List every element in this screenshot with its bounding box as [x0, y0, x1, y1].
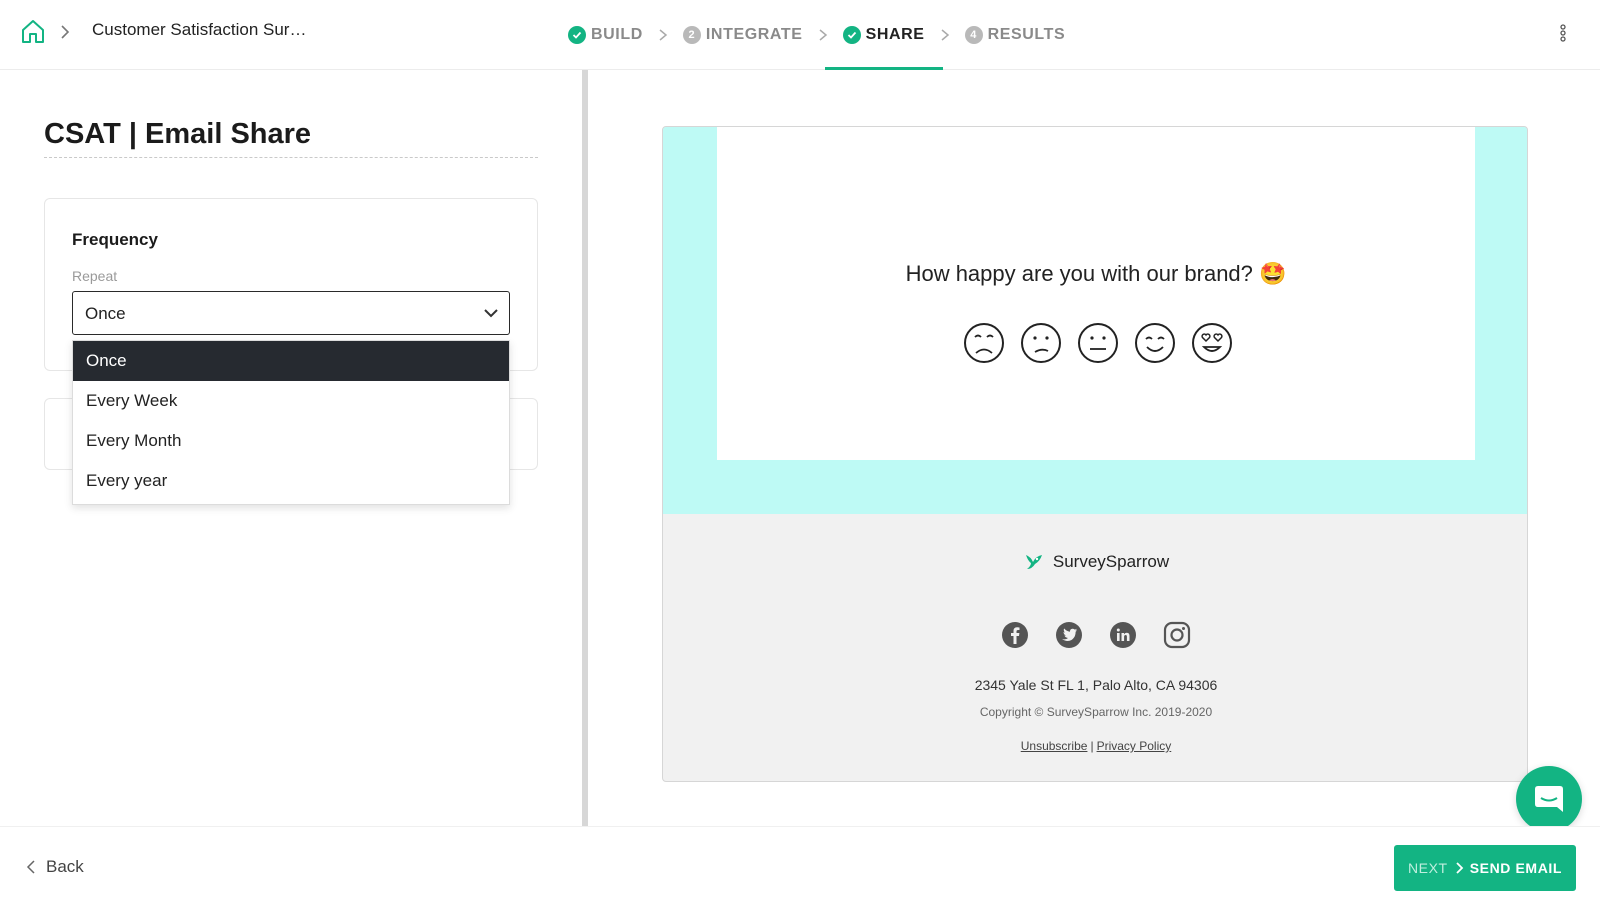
neutral-face-icon[interactable] [1077, 322, 1119, 364]
check-circle-icon [842, 26, 861, 44]
social-links [663, 621, 1527, 649]
repeat-select[interactable]: Once [72, 291, 510, 335]
unsubscribe-link[interactable]: Unsubscribe [1021, 739, 1088, 753]
step-integrate[interactable]: 2 INTEGRATE [682, 0, 803, 70]
step-number-badge: 2 [682, 26, 701, 44]
next-prefix: NEXT [1407, 860, 1448, 876]
footer-bar: Back NEXT SEND EMAIL [0, 826, 1600, 905]
sparrow-logo-icon [1025, 555, 1042, 569]
email-preview: How happy are you with our brand? 🤩 Surv… [662, 126, 1528, 782]
happy-face-icon[interactable] [1134, 322, 1176, 364]
instagram-icon[interactable] [1163, 621, 1191, 649]
brand-logo: SurveySparrow [663, 551, 1527, 573]
footer-links: Unsubscribe | Privacy Policy [663, 739, 1527, 753]
option-every-week[interactable]: Every Week [73, 381, 509, 421]
twitter-icon[interactable] [1055, 621, 1083, 649]
brand-name: SurveySparrow [1052, 552, 1170, 571]
facebook-icon[interactable] [1001, 621, 1029, 649]
chevron-right-icon [58, 20, 72, 44]
chevron-right-icon [1456, 862, 1463, 874]
step-label: INTEGRATE [705, 26, 803, 43]
chevron-left-icon [26, 860, 35, 874]
top-bar: Customer Satisfaction Sur… BUILD 2 INTEG… [0, 0, 1600, 70]
chevron-right-icon [939, 28, 951, 42]
step-label: BUILD [591, 26, 643, 43]
email-question-card: How happy are you with our brand? 🤩 [717, 127, 1475, 460]
love-face-icon[interactable] [1191, 322, 1233, 364]
step-share[interactable]: SHARE [824, 0, 943, 70]
step-navigation: BUILD 2 INTEGRATE SHARE 4 RESULTS [568, 0, 1065, 70]
step-label: RESULTS [987, 26, 1066, 43]
option-every-month[interactable]: Every Month [73, 421, 509, 461]
chevron-right-icon [657, 28, 669, 42]
company-address: 2345 Yale St FL 1, Palo Alto, CA 94306 [974, 677, 1218, 693]
title-underline [44, 157, 538, 158]
survey-title[interactable]: Customer Satisfaction Sur… [92, 20, 306, 40]
option-every-year[interactable]: Every year [73, 461, 509, 501]
step-label: SHARE [865, 26, 925, 43]
chat-widget-button[interactable] [1516, 766, 1582, 832]
repeat-dropdown-menu: Once Every Week Every Month Every year [72, 340, 510, 505]
email-header-band: How happy are you with our brand? 🤩 [663, 127, 1527, 514]
page-title[interactable]: CSAT | Email Share [44, 118, 311, 151]
back-button[interactable]: Back [26, 857, 84, 877]
check-circle-icon [568, 26, 586, 44]
survey-question: How happy are you with our brand? 🤩 [905, 261, 1287, 286]
next-label: SEND EMAIL [1469, 860, 1563, 876]
step-number-badge: 4 [964, 26, 983, 44]
chevron-right-icon [817, 28, 829, 42]
linkedin-icon[interactable] [1109, 621, 1137, 649]
repeat-label: Repeat [72, 268, 118, 284]
unhappy-face-icon[interactable] [1020, 322, 1062, 364]
rating-faces [963, 322, 1233, 364]
back-label: Back [46, 857, 84, 876]
send-email-button[interactable]: NEXT SEND EMAIL [1394, 845, 1576, 891]
step-results[interactable]: 4 RESULTS [964, 0, 1066, 70]
option-once[interactable]: Once [73, 341, 509, 381]
repeat-select-value: Once [85, 304, 126, 323]
privacy-policy-link[interactable]: Privacy Policy [1097, 739, 1172, 753]
copyright-text: Copyright © SurveySparrow Inc. 2019-2020 [979, 705, 1213, 719]
chevron-down-icon [483, 306, 499, 320]
link-separator: | [1090, 739, 1094, 753]
frequency-label: Frequency [72, 230, 158, 249]
home-icon[interactable] [20, 18, 46, 44]
chat-bubble-icon [1535, 786, 1563, 812]
step-build[interactable]: BUILD [568, 0, 643, 70]
more-vertical-icon[interactable] [1558, 22, 1568, 44]
very-unhappy-face-icon[interactable] [963, 322, 1005, 364]
